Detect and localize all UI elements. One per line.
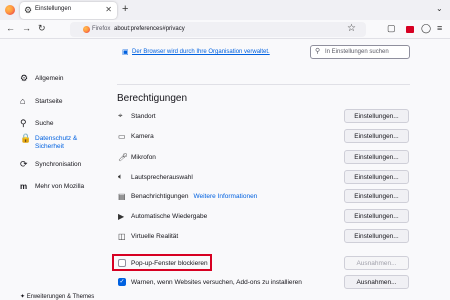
home-icon: ⌂ (20, 96, 26, 106)
permission-label: Automatische Wiedergabe (131, 212, 208, 220)
sidebar-item-label: Startseite (35, 98, 63, 105)
tab-settings[interactable]: ⚙ Einstellungen ✕ (20, 2, 117, 19)
addon-warning-row: ✓ Warnen, wenn Websites versuchen, Add-o… (118, 275, 302, 289)
sidebar-item-label: Mehr von Mozilla (35, 183, 85, 190)
camera-settings-button[interactable]: Einstellungen... (344, 129, 409, 143)
sidebar-item-label: Allgemein (35, 75, 64, 82)
permission-label: Benachrichtigungen (131, 192, 189, 200)
firefox-view-icon[interactable] (5, 5, 15, 15)
permission-row-camera: ▭ Kamera (118, 129, 154, 143)
gear-icon: ⚙ (24, 5, 33, 15)
permission-label: Standort (131, 112, 156, 120)
permission-row-autoplay: ▶ Automatische Wiedergabe (118, 209, 207, 223)
addon-warning-label[interactable]: Warnen, wenn Websites versuchen, Add-ons… (131, 279, 302, 286)
sidebar-item-general[interactable]: ⚙ Allgemein (20, 74, 64, 83)
policy-icon: ▣ (122, 49, 129, 56)
sidebar-item-label: Synchronisation (35, 161, 82, 168)
permission-row-vr: ◫ Virtuelle Realität (118, 229, 178, 243)
permission-row-notifications: ▤ Benachrichtigungen Weitere Information… (118, 189, 257, 203)
notifications-settings-button[interactable]: Einstellungen... (344, 189, 409, 203)
vr-settings-button[interactable]: Einstellungen... (344, 229, 409, 243)
permission-row-location: ⌖ Standort (118, 109, 156, 123)
account-icon[interactable]: ◯ (421, 23, 431, 34)
navigation-bar: ← → ↻ Firefox about:preferences#privacy … (0, 20, 450, 39)
location-settings-button[interactable]: Einstellungen... (344, 109, 409, 123)
vr-icon: ◫ (118, 231, 126, 241)
mozilla-icon: m (20, 182, 28, 191)
sidebar-item-home[interactable]: ⌂ Startseite (20, 97, 62, 106)
search-placeholder: In Einstellungen suchen (325, 49, 389, 55)
autoplay-settings-button[interactable]: Einstellungen... (344, 209, 409, 223)
sidebar-item-privacy[interactable]: 🔒 Datenschutz & Sicherheit (20, 134, 77, 151)
sync-icon: ⟳ (20, 159, 28, 169)
permission-label: Kamera (131, 132, 154, 140)
speaker-icon: 🔈︎ (118, 172, 123, 181)
managed-by-organization-link[interactable]: Der Browser wird durch Ihre Organisation… (132, 49, 270, 55)
sidebar-item-label: Erweiterungen & Themes (26, 294, 95, 300)
identity-label: Firefox (92, 26, 111, 32)
menu-icon[interactable]: ≡ (437, 23, 442, 33)
popup-exceptions-button[interactable]: Ausnahmen... (344, 256, 409, 270)
new-tab-button[interactable]: + (122, 3, 128, 15)
sidebar-item-search[interactable]: ⚲ Suche (20, 119, 53, 128)
sidebar-item-more-from-mozilla[interactable]: m Mehr von Mozilla (20, 182, 84, 191)
url-bar[interactable]: Firefox about:preferences#privacy ☆ (70, 22, 366, 37)
speaker-settings-button[interactable]: Einstellungen... (344, 170, 409, 184)
popup-block-row: Pop-up-Fenster blockieren (118, 256, 208, 270)
back-icon[interactable]: ← (6, 23, 15, 33)
close-tab-icon[interactable]: ✕ (105, 5, 112, 14)
firefox-identity-icon (83, 26, 90, 33)
location-icon: ⌖ (118, 111, 123, 120)
addon-warning-checkbox[interactable]: ✓ (118, 278, 126, 286)
settings-search-input[interactable]: ⚲ In Einstellungen suchen (310, 45, 410, 59)
chevron-down-icon[interactable]: ⌄ (436, 4, 443, 13)
sidebar-item-sync[interactable]: ⟳ Synchronisation (20, 160, 81, 169)
extension-icon[interactable] (406, 26, 414, 33)
permission-label: Lautsprecherauswahl (131, 173, 193, 181)
sidebar-item-label-line2: Sicherheit (35, 143, 64, 150)
popup-block-checkbox[interactable] (118, 259, 126, 267)
camera-icon: ▭ (118, 131, 126, 141)
addon-exceptions-button[interactable]: Ausnahmen... (344, 275, 409, 289)
puzzle-icon: ✦ (20, 294, 26, 300)
tab-strip: ⚙ Einstellungen ✕ + ⌄ (0, 0, 450, 20)
forward-icon[interactable]: → (22, 23, 31, 33)
notification-icon: ▤ (118, 191, 126, 201)
autoplay-icon: ▶ (118, 211, 125, 221)
sidebar-item-label: Datenschutz & Sicherheit (35, 134, 77, 151)
permission-label: Mikrofon (131, 153, 156, 161)
search-icon: ⚲ (315, 48, 321, 55)
search-icon: ⚲ (20, 118, 27, 128)
lock-icon: 🔒 (20, 133, 32, 143)
bookmark-star-icon[interactable]: ☆ (347, 23, 356, 34)
sidebar-item-addons[interactable]: ✦ Erweiterungen & Themes (20, 293, 94, 300)
url-text[interactable]: about:preferences#privacy (114, 26, 185, 32)
reload-icon[interactable]: ↻ (38, 23, 46, 34)
sidebar-item-label: Suche (35, 120, 54, 127)
more-info-link[interactable]: Weitere Informationen (193, 193, 257, 200)
permission-row-speaker: 🔈︎ Lautsprecherauswahl (118, 170, 193, 184)
gear-icon: ⚙ (20, 73, 29, 83)
microphone-settings-button[interactable]: Einstellungen... (344, 150, 409, 164)
section-title: Berechtigungen (117, 93, 188, 104)
permission-label: Virtuelle Realität (131, 232, 179, 240)
divider (117, 84, 410, 85)
tab-title: Einstellungen (35, 6, 72, 12)
popup-block-label[interactable]: Pop-up-Fenster blockieren (131, 260, 208, 267)
microphone-icon: 🎤︎ (118, 152, 129, 162)
pocket-icon[interactable]: ▢ (387, 23, 396, 34)
permission-row-microphone: 🎤︎ Mikrofon (118, 150, 156, 164)
sidebar-item-label-line1: Datenschutz & (35, 135, 78, 142)
